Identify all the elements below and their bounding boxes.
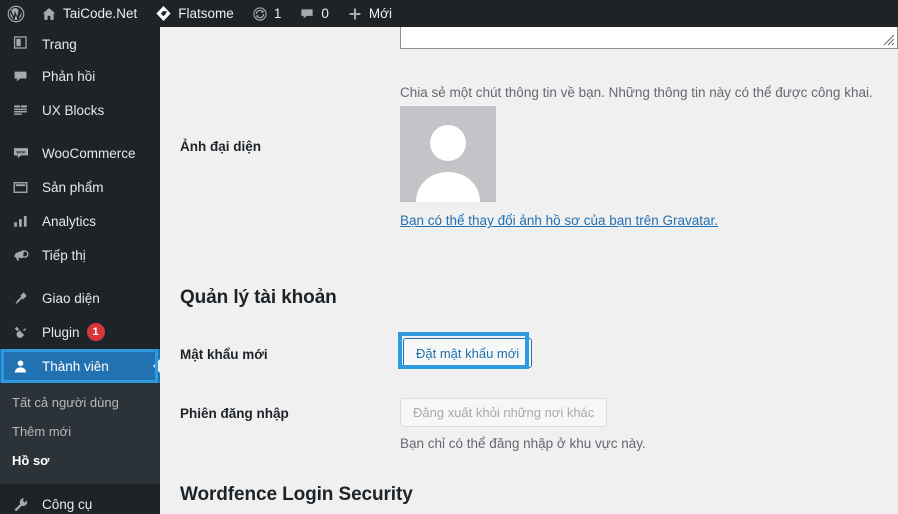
plugins-icon xyxy=(12,322,34,342)
sidebar-item-woocommerce[interactable]: woo WooCommerce xyxy=(0,136,160,170)
adminbar-flatsome-label: Flatsome xyxy=(178,5,234,21)
sidebar-item-all-users[interactable]: Tất cả người dùng xyxy=(0,389,160,418)
sessions-note: Bạn chỉ có thể đăng nhập ở khu vực này. xyxy=(400,436,646,451)
wordfence-login-security-heading: Wordfence Login Security xyxy=(180,484,413,505)
biographical-info-help-text: Chia sẻ một chút thông tin về bạn. Những… xyxy=(400,85,873,100)
adminbar-flatsome[interactable]: Flatsome xyxy=(146,0,243,27)
wordpress-logo-icon xyxy=(7,5,25,23)
set-new-password-button[interactable]: Đặt mật khẩu mới xyxy=(403,338,533,368)
sidebar-item-ux-blocks-label: UX Blocks xyxy=(42,102,105,118)
sidebar-item-users-label: Thành viên xyxy=(42,358,109,374)
gravatar-link[interactable]: Bạn có thể thay đổi ảnh hồ sơ của bạn tr… xyxy=(400,213,718,228)
sidebar-separator xyxy=(0,127,160,136)
adminbar-site-name[interactable]: TaiCode.Net xyxy=(32,0,146,27)
sidebar-item-pages-label: Trang xyxy=(42,37,77,52)
sidebar-item-comments-label: Phản hồi xyxy=(42,68,96,84)
sidebar-item-analytics-label: Analytics xyxy=(42,213,97,229)
ux-blocks-icon xyxy=(12,100,34,120)
sidebar-item-users[interactable]: Thành viên xyxy=(0,349,160,383)
svg-text:woo: woo xyxy=(15,150,25,155)
sidebar-item-marketing-label: Tiếp thị xyxy=(42,247,86,263)
sidebar-item-analytics[interactable]: Analytics xyxy=(0,204,160,238)
avatar xyxy=(400,106,496,202)
sidebar-users-submenu: Tất cả người dùng Thêm mới Hồ sơ xyxy=(0,383,160,484)
adminbar-updates-count: 1 xyxy=(273,5,282,21)
adminbar-comments[interactable]: 0 xyxy=(290,0,338,27)
comments-icon xyxy=(299,6,315,22)
appearance-icon xyxy=(12,288,34,308)
pages-icon xyxy=(12,32,34,52)
new-password-label: Mật khẩu mới xyxy=(180,347,268,362)
account-management-heading: Quản lý tài khoản xyxy=(180,287,337,308)
updates-icon xyxy=(252,6,268,22)
marketing-icon xyxy=(12,245,34,265)
sidebar-item-profile[interactable]: Hồ sơ xyxy=(0,447,160,476)
adminbar-new-content-label: Mới xyxy=(368,5,392,21)
logout-everywhere-button[interactable]: Đăng xuất khỏi những nơi khác xyxy=(400,398,608,427)
home-icon xyxy=(41,6,57,22)
products-icon xyxy=(12,177,34,197)
sidebar-item-ux-blocks[interactable]: UX Blocks xyxy=(0,93,160,127)
admin-bar: TaiCode.Net Flatsome 1 0 Mới xyxy=(0,0,898,27)
profile-picture-label: Ảnh đại diện xyxy=(180,139,261,154)
users-icon xyxy=(12,356,34,376)
comments-icon xyxy=(12,66,34,86)
sessions-label: Phiên đăng nhập xyxy=(180,406,289,421)
sidebar-item-woocommerce-label: WooCommerce xyxy=(42,145,136,161)
textarea-resize-grip-icon[interactable] xyxy=(883,34,895,46)
woocommerce-icon: woo xyxy=(12,143,34,163)
default-avatar-icon xyxy=(400,106,496,202)
adminbar-new-content[interactable]: Mới xyxy=(338,0,401,27)
sidebar-item-products[interactable]: Sản phẩm xyxy=(0,170,160,204)
sidebar-item-marketing[interactable]: Tiếp thị xyxy=(0,238,160,272)
sidebar-item-products-label: Sản phẩm xyxy=(42,179,104,195)
adminbar-updates[interactable]: 1 xyxy=(243,0,291,27)
sidebar-item-appearance[interactable]: Giao diện xyxy=(0,281,160,315)
tools-icon xyxy=(12,495,34,514)
flatsome-icon xyxy=(155,5,172,22)
sidebar-item-pages[interactable]: Trang xyxy=(0,27,160,55)
adminbar-site-name-label: TaiCode.Net xyxy=(63,5,138,21)
admin-sidebar-menu: Trang Phản hồi UX Blocks woo WooCommerce… xyxy=(0,27,160,514)
wordpress-admin-screen: TaiCode.Net Flatsome 1 0 Mới Trang Phản … xyxy=(0,0,898,514)
sidebar-item-plugins[interactable]: Plugin 1 xyxy=(0,315,160,349)
sidebar-item-tools-label: Công cụ xyxy=(42,497,93,513)
sidebar-item-plugins-label: Plugin xyxy=(42,324,80,340)
sidebar-item-add-new-user[interactable]: Thêm mới xyxy=(0,418,160,447)
sidebar-users-group: Thành viên xyxy=(0,349,160,383)
sidebar-item-comments[interactable]: Phản hồi xyxy=(0,59,160,93)
profile-content-area: Chia sẻ một chút thông tin về bạn. Những… xyxy=(160,27,898,514)
plus-icon xyxy=(347,6,363,22)
sidebar-item-appearance-label: Giao diện xyxy=(42,290,100,306)
analytics-icon xyxy=(12,211,34,231)
biographical-info-textarea[interactable] xyxy=(400,27,898,49)
sidebar-separator xyxy=(0,272,160,281)
adminbar-comments-count: 0 xyxy=(321,5,329,21)
sidebar-item-tools[interactable]: Công cụ xyxy=(0,488,160,514)
adminbar-wordpress-logo[interactable] xyxy=(0,0,32,27)
plugins-update-badge: 1 xyxy=(86,323,105,341)
